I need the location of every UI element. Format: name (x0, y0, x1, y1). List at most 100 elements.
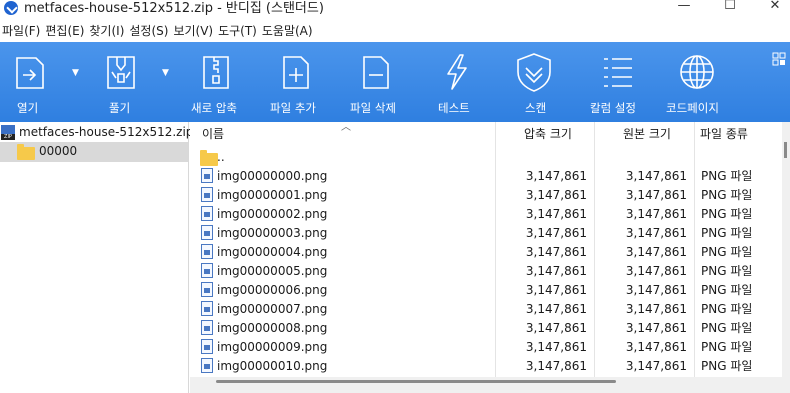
window-title: metfaces-house-512x512.zip - 반디집 (스탠더드) (24, 1, 324, 16)
original-size: 3,147,861 (625, 188, 687, 202)
png-file-icon (201, 320, 213, 335)
open-button[interactable]: 열기 (0, 42, 60, 122)
tree-item-folder[interactable]: 00000 (0, 142, 188, 162)
file-name: img00000004.png (217, 245, 328, 259)
png-file-icon (201, 339, 213, 354)
packed-size: 3,147,861 (525, 302, 587, 316)
original-size: 3,147,861 (625, 283, 687, 297)
scan-button[interactable]: 스캔 (508, 42, 564, 122)
test-button[interactable]: 테스트 (432, 42, 488, 122)
table-row[interactable]: img00000000.png 3,147,861 3,147,861 PNG 파일 (190, 167, 782, 186)
file-type: PNG 파일 (701, 264, 753, 278)
file-type: PNG 파일 (701, 283, 753, 297)
packed-size: 3,147,861 (525, 264, 587, 278)
packed-size: 3,147,861 (525, 340, 587, 354)
file-type: PNG 파일 (701, 359, 753, 373)
packed-size: 3,147,861 (525, 226, 587, 240)
original-size: 3,147,861 (625, 340, 687, 354)
table-row[interactable]: img00000001.png 3,147,861 3,147,861 PNG 파일 (190, 186, 782, 205)
extract-button[interactable]: 풀기 (92, 42, 154, 122)
png-file-icon (201, 225, 213, 240)
scrollbar-corner (782, 377, 790, 393)
column-list-icon (604, 58, 632, 87)
delete-file-icon (363, 56, 389, 89)
png-file-icon (201, 282, 213, 297)
packed-size: 3,147,861 (525, 207, 587, 221)
folder-tree: metfaces-house-512x512.zip 00000 (0, 122, 193, 393)
menu-settings[interactable]: 설정(S) (127, 20, 171, 42)
menu-tools[interactable]: 도구(T) (216, 20, 260, 42)
folder-icon (17, 144, 35, 160)
table-row[interactable]: img00000007.png 3,147,861 3,147,861 PNG 파일 (190, 300, 782, 319)
horizontal-scroll-thumb[interactable] (216, 380, 616, 383)
table-row[interactable]: img00000004.png 3,147,861 3,147,861 PNG 파일 (190, 243, 782, 262)
file-type: PNG 파일 (701, 226, 753, 240)
archive-name: metfaces-house-512x512.zip (19, 125, 194, 139)
close-button[interactable]: ✕ (755, 0, 790, 16)
scan-label: 스캔 (525, 101, 547, 115)
table-row[interactable]: img00000006.png 3,147,861 3,147,861 PNG 파일 (190, 281, 782, 300)
layout-grid-icon[interactable] (772, 52, 786, 66)
file-name: img00000006.png (217, 283, 328, 297)
parent-folder-label: .. (217, 150, 225, 164)
column-settings-button[interactable]: 칼럼 설정 (586, 42, 648, 122)
menu-edit[interactable]: 편집(E) (43, 20, 87, 42)
vertical-scrollbar[interactable] (782, 122, 790, 393)
new-archive-button[interactable]: 새로 압축 (186, 42, 248, 122)
shield-icon (517, 53, 551, 92)
table-row[interactable]: img00000008.png 3,147,861 3,147,861 PNG 파일 (190, 319, 782, 338)
lightning-icon (447, 54, 467, 90)
extract-dropdown-caret-icon[interactable]: ▼ (162, 68, 169, 78)
horizontal-scrollbar[interactable] (190, 377, 782, 393)
file-type: PNG 파일 (701, 207, 753, 221)
column-header-name[interactable]: 이름 (202, 122, 224, 146)
column-header-file-type[interactable]: 파일 종류 (700, 122, 748, 146)
table-row[interactable]: img00000002.png 3,147,861 3,147,861 PNG 파일 (190, 205, 782, 224)
open-icon (16, 57, 44, 89)
packed-size: 3,147,861 (525, 169, 587, 183)
column-header-packed-size[interactable]: 압축 크기 (524, 122, 572, 146)
open-dropdown-caret-icon[interactable]: ▼ (72, 68, 79, 78)
add-file-label: 파일 추가 (270, 101, 316, 115)
add-file-button[interactable]: 파일 추가 (266, 42, 328, 122)
menu-help[interactable]: 도움말(A) (260, 20, 316, 42)
vertical-scroll-thumb[interactable] (784, 142, 787, 158)
delete-file-label: 파일 삭제 (350, 101, 396, 115)
list-item-parent[interactable]: .. (190, 148, 782, 167)
file-type: PNG 파일 (701, 188, 753, 202)
new-archive-label: 새로 압축 (191, 101, 237, 115)
table-row[interactable]: img00000010.png 3,147,861 3,147,861 PNG 파일 (190, 357, 782, 376)
code-page-label: 코드페이지 (666, 101, 719, 115)
table-row[interactable]: img00000005.png 3,147,861 3,147,861 PNG 파일 (190, 262, 782, 281)
file-list: ︿ 이름 압축 크기 원본 크기 파일 종류 .. img00000000.pn… (190, 122, 782, 377)
table-row[interactable]: img00000009.png 3,147,861 3,147,861 PNG 파일 (190, 338, 782, 357)
menu-view[interactable]: 보기(V) (171, 20, 216, 42)
column-settings-label: 칼럼 설정 (590, 101, 636, 115)
png-file-icon (201, 244, 213, 259)
tree-item-archive[interactable]: metfaces-house-512x512.zip (0, 123, 193, 143)
bandizip-app-icon (4, 1, 18, 15)
file-type: PNG 파일 (701, 169, 753, 183)
maximize-button[interactable]: ☐ (710, 0, 750, 16)
original-size: 3,147,861 (625, 302, 687, 316)
minimize-button[interactable]: — (664, 0, 704, 16)
original-size: 3,147,861 (625, 245, 687, 259)
file-type: PNG 파일 (701, 340, 753, 354)
file-name: img00000005.png (217, 264, 328, 278)
original-size: 3,147,861 (625, 207, 687, 221)
add-file-icon (283, 56, 309, 89)
file-name: img00000008.png (217, 321, 328, 335)
code-page-button[interactable]: 코드페이지 (662, 42, 732, 122)
toolbar: 열기 ▼ 풀기 ▼ 새로 압축 파일 추가 파일 삭제 테스트 스캔 칼럼 설정… (0, 42, 790, 122)
packed-size: 3,147,861 (525, 359, 587, 373)
column-header-original-size[interactable]: 원본 크기 (623, 122, 671, 146)
packed-size: 3,147,861 (525, 321, 587, 335)
packed-size: 3,147,861 (525, 283, 587, 297)
menu-file[interactable]: 파일(F) (0, 20, 43, 42)
file-name: img00000003.png (217, 226, 328, 240)
table-row[interactable]: img00000003.png 3,147,861 3,147,861 PNG 파일 (190, 224, 782, 243)
parent-folder-icon (200, 150, 218, 166)
delete-file-button[interactable]: 파일 삭제 (346, 42, 408, 122)
menu-find[interactable]: 찾기(I) (87, 20, 127, 42)
original-size: 3,147,861 (625, 226, 687, 240)
